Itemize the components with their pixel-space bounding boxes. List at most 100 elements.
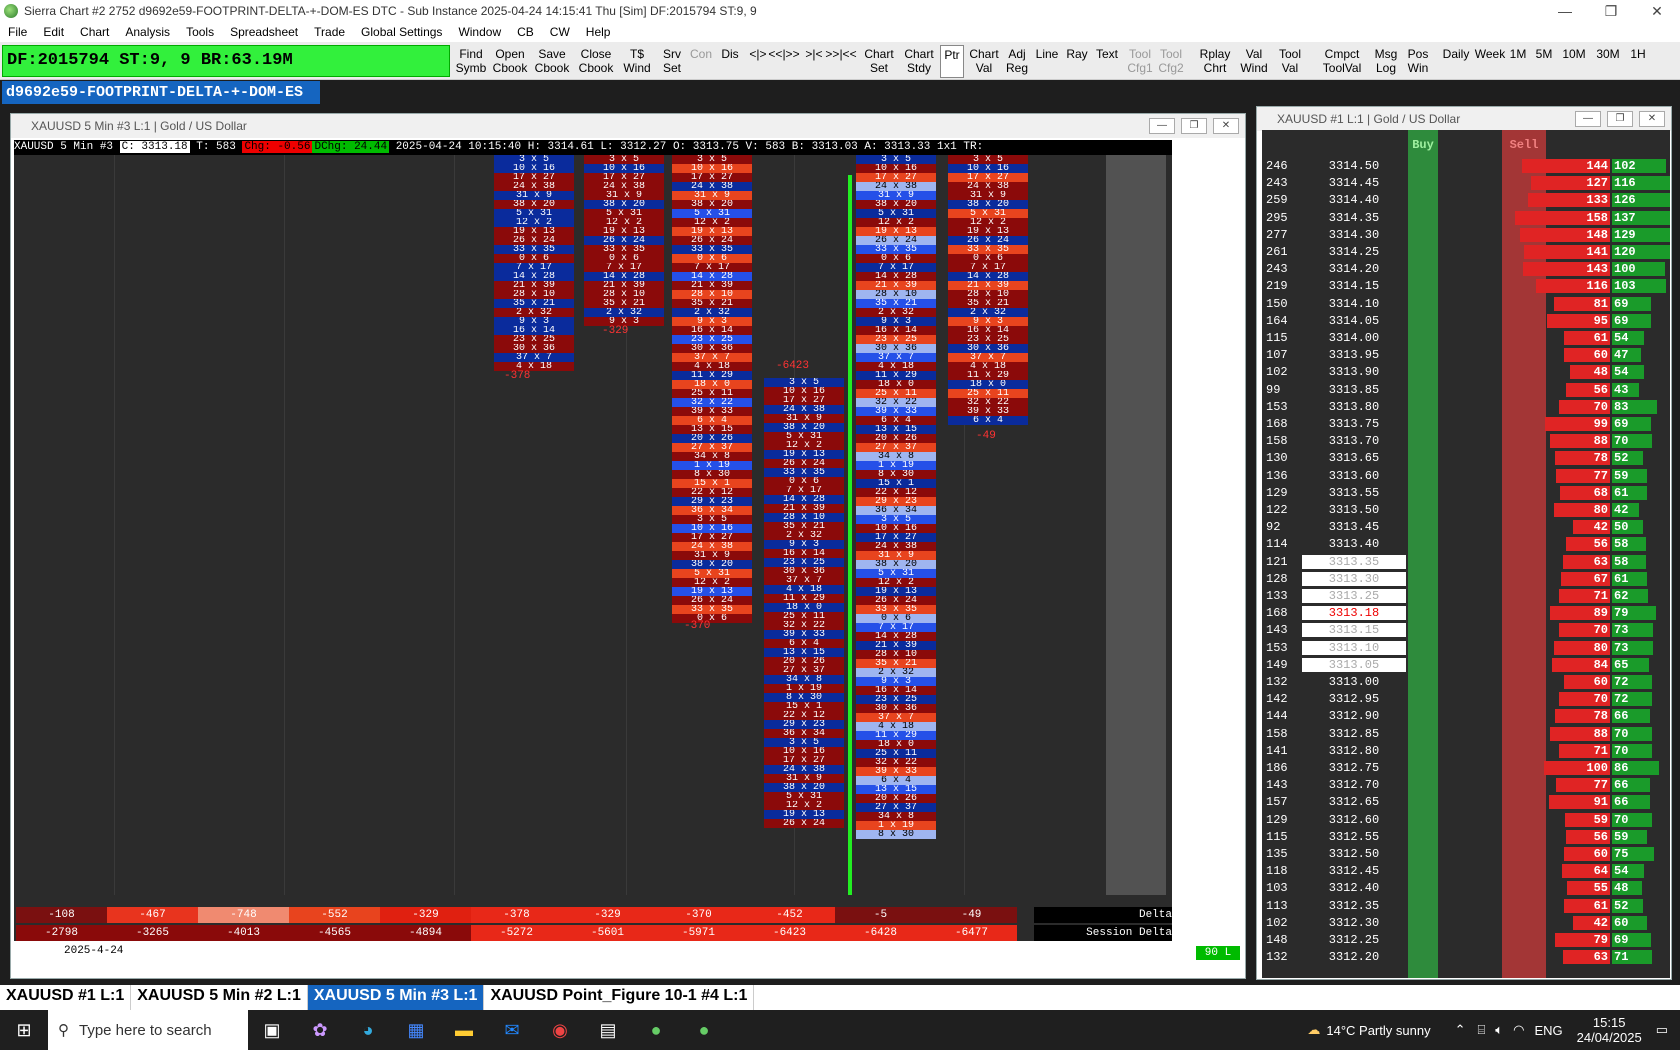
toolbar-find-symb-button[interactable]: Find Symb [455,45,487,78]
toolbar-tool-cfg1-button[interactable]: Tool Cfg1 [1126,45,1154,78]
toolbar--button[interactable]: >|< [804,45,824,78]
toolbar-adj-reg-button[interactable]: Adj Reg [1003,45,1031,78]
weather-icon[interactable]: ☁ [1307,1022,1320,1038]
minimize-icon[interactable]: — [1149,118,1175,134]
sierra-chart-icon[interactable]: ● [632,1020,680,1041]
dom-row[interactable]: 132 3312.20 63 71 [1262,949,1670,966]
dom-row[interactable]: 99 3313.85 56 43 [1262,382,1670,399]
chart-window-title[interactable]: XAUUSD 5 Min #3 L:1 | Gold / US Dollar [11,114,1245,138]
restore-icon[interactable]: ❐ [1181,118,1207,134]
dom-row[interactable]: 128 3313.30 67 61 [1262,571,1670,588]
toolbar-daily-button[interactable]: Daily [1440,45,1472,78]
minimize-icon[interactable]: — [1542,3,1588,19]
dom-row[interactable]: 122 3313.50 80 42 [1262,502,1670,519]
dom-row[interactable]: 114 3313.40 56 58 [1262,536,1670,553]
dom-row[interactable]: 102 3312.30 42 60 [1262,915,1670,932]
dom-row[interactable]: 150 3314.10 81 69 [1262,296,1670,313]
dom-row[interactable]: 135 3312.50 60 75 [1262,846,1670,863]
menu-chart[interactable]: Chart [72,25,117,39]
dom-row[interactable]: 219 3314.15 116 103 [1262,278,1670,295]
toolbar-close-cbook-button[interactable]: Close Cbook [576,45,616,78]
dom-row[interactable]: 168 3313.75 99 69 [1262,416,1670,433]
restore-icon[interactable]: ❐ [1607,111,1633,127]
footprint-bar-1010[interactable]: 3 x 5 10 x 16 17 x 27 24 x 38 31 x 9 38 x 20 5… [856,155,936,839]
toolbar-open-cbook-button[interactable]: Open Cbook [490,45,530,78]
toolbar-pos-win-button[interactable]: Pos Win [1404,45,1432,78]
account-bar[interactable]: d9692e59-FOOTPRINT-DELTA-+-DOM-ES [2,81,320,104]
windows-start-icon[interactable]: ⊞ [0,1020,48,1041]
dom-row[interactable]: 121 3313.35 63 58 [1262,554,1670,571]
restore-icon[interactable]: ❐ [1588,3,1634,20]
menu-cw[interactable]: CW [542,25,578,39]
dom-row[interactable]: 149 3313.05 84 65 [1262,657,1670,674]
dom-row[interactable]: 102 3313.90 48 54 [1262,364,1670,381]
language-indicator[interactable]: ENG [1534,1023,1562,1038]
notification-icon[interactable]: ▭ [1656,1022,1668,1038]
dom-row[interactable]: 148 3312.25 79 69 [1262,932,1670,949]
toolbar-1m-button[interactable]: 1M [1507,45,1529,78]
toolbar-line-button[interactable]: Line [1033,45,1061,78]
toolbar-text-button[interactable]: Text [1093,45,1121,78]
dom-row[interactable]: 144 3312.90 78 66 [1262,708,1670,725]
file-explorer-icon[interactable]: ▬ [440,1020,488,1041]
dom-row[interactable]: 157 3312.65 91 66 [1262,794,1670,811]
dom-row[interactable]: 141 3312.80 71 70 [1262,743,1670,760]
toolbar-30m-button[interactable]: 30M [1593,45,1623,78]
dom-row[interactable]: 132 3313.00 60 72 [1262,674,1670,691]
toolbar-10m-button[interactable]: 10M [1559,45,1589,78]
dom-row[interactable]: 133 3313.25 71 62 [1262,588,1670,605]
dom-row[interactable]: 107 3313.95 60 47 [1262,347,1670,364]
dom-row[interactable]: 246 3314.50 144 102 [1262,158,1670,175]
volume-icon[interactable]: 🔈︎ [1495,1022,1503,1038]
terminal-icon[interactable]: ▤ [584,1020,632,1041]
footprint-chart[interactable]: XAUUSD 5 Min #3 C: 3313.18 T: 583 Chg: -… [14,140,1172,941]
outlook-icon[interactable]: ✉ [488,1020,536,1041]
dom-row[interactable]: 243 3314.20 143 100 [1262,261,1670,278]
dom-row[interactable]: 158 3312.85 88 70 [1262,726,1670,743]
dom-row[interactable]: 115 3312.55 56 59 [1262,829,1670,846]
menu-trade[interactable]: Trade [306,25,353,39]
toolbar-dis-button[interactable]: Dis [719,45,741,78]
toolbar-tool-val-button[interactable]: Tool Val [1274,45,1306,78]
menu-global-settings[interactable]: Global Settings [353,25,450,39]
toolbar-chart-set-button[interactable]: Chart Set [861,45,897,78]
chart-tab[interactable]: XAUUSD #1 L:1 [0,985,132,1010]
dom-row[interactable]: 136 3313.60 77 59 [1262,468,1670,485]
toolbar-srv-set-button[interactable]: Srv Set [658,45,686,78]
dom-row[interactable]: 115 3314.00 61 54 [1262,330,1670,347]
dom-row[interactable]: 143 3312.70 77 66 [1262,777,1670,794]
dom-row[interactable]: 277 3314.30 148 129 [1262,227,1670,244]
dom-row[interactable]: 186 3312.75 100 86 [1262,760,1670,777]
menu-tools[interactable]: Tools [178,25,222,39]
toolbar-5m-button[interactable]: 5M [1531,45,1557,78]
close-icon[interactable]: ✕ [1639,111,1665,127]
menu-cb[interactable]: CB [509,25,542,39]
chevron-up-icon[interactable]: ⌃ [1455,1022,1466,1038]
dom-ladder[interactable]: Buy Sell 246 3314.50 144 102 243 3314.45 127 11… [1262,130,1670,978]
menu-window[interactable]: Window [450,25,509,39]
edge-icon[interactable]: ◕ [344,1020,392,1041]
task-view-icon[interactable]: ▣ [248,1020,296,1041]
toolbar-chart-val-button[interactable]: Chart Val [967,45,1001,78]
footprint-bar-955[interactable]: 3 x 5 10 x 16 17 x 27 24 x 38 31 x 9 38 x 20 5… [584,155,664,326]
chart-tab[interactable]: XAUUSD Point_Figure 10-1 #4 L:1 [484,985,755,1010]
dom-row[interactable]: 129 3312.60 59 70 [1262,812,1670,829]
dom-row[interactable]: 261 3314.25 141 120 [1262,244,1670,261]
dom-row[interactable]: 92 3313.45 42 50 [1262,519,1670,536]
toolbar-con-button[interactable]: Con [688,45,714,78]
dom-row[interactable]: 168 3313.18 89 79 [1262,605,1670,622]
toolbar--button[interactable]: <<|>> [768,45,800,78]
toolbar-cmpct-toolval-button[interactable]: Cmpct ToolVal [1316,45,1368,78]
store-icon[interactable]: ▦ [392,1020,440,1041]
toolbar-save-cbook-button[interactable]: Save Cbook [532,45,572,78]
clock[interactable]: 15:15 24/04/2025 [1577,1015,1642,1045]
menu-analysis[interactable]: Analysis [117,25,178,39]
wifi-icon[interactable]: ◠ [1513,1022,1524,1038]
toolbar-rplay-chrt-button[interactable]: Rplay Chrt [1196,45,1234,78]
dom-row[interactable]: 164 3314.05 95 69 [1262,313,1670,330]
menu-edit[interactable]: Edit [35,25,72,39]
toolbar-chart-stdy-button[interactable]: Chart Stdy [901,45,937,78]
toolbar-t-wind-button[interactable]: T$ Wind [621,45,653,78]
toolbar--button[interactable]: >>|<< [825,45,857,78]
toolbar--button[interactable]: <|> [748,45,768,78]
